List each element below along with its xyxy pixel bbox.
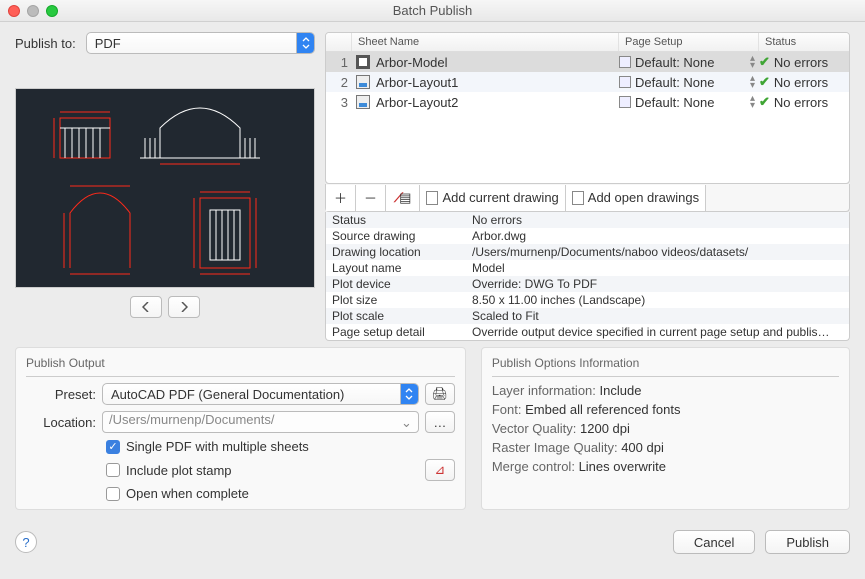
row-number: 1 — [326, 55, 352, 70]
open-complete-label: Open when complete — [126, 486, 249, 501]
row-number: 3 — [326, 95, 352, 110]
detail-value: Arbor.dwg — [472, 229, 843, 243]
detail-label: Plot scale — [332, 309, 472, 323]
page-setup-value: Default: None — [635, 75, 715, 90]
table-row[interactable]: 3 Arbor-Layout2 Default: None ▴▾ ✔ No errors — [326, 92, 849, 112]
status-text: No errors — [774, 95, 828, 110]
layout-icon — [356, 75, 370, 89]
open-complete-checkbox[interactable] — [106, 487, 120, 501]
documents-icon — [572, 191, 584, 205]
preset-value: AutoCAD PDF (General Documentation) — [111, 387, 344, 402]
sheet-name: Arbor-Layout2 — [376, 95, 458, 110]
page-setup-value: Default: None — [635, 95, 715, 110]
add-sheet-button[interactable]: ＋ — [326, 185, 356, 211]
page-setup-icon — [619, 76, 631, 88]
add-open-label: Add open drawings — [588, 190, 699, 205]
options-title: Publish Options Information — [492, 356, 839, 370]
sheet-name: Arbor-Layout1 — [376, 75, 458, 90]
option-value: 1200 dpi — [580, 421, 630, 436]
table-row[interactable]: 2 Arbor-Layout1 Default: None ▴▾ ✔ No errors — [326, 72, 849, 92]
detail-label: Plot size — [332, 293, 472, 307]
preset-options-button[interactable]: 🖨 — [425, 383, 455, 405]
preview-prev-button[interactable] — [130, 296, 162, 318]
plot-stamp-checkbox[interactable] — [106, 463, 120, 477]
page-setup-icon — [619, 96, 631, 108]
remove-sheet-button[interactable]: － — [356, 185, 386, 211]
detail-label: Status — [332, 213, 472, 227]
detail-value: Override: DWG To PDF — [472, 277, 843, 291]
option-label: Vector Quality: — [492, 421, 577, 436]
stamp-icon: ⊿ — [434, 462, 445, 478]
page-setup-icon — [619, 56, 631, 68]
status-ok-icon: ✔ — [759, 94, 770, 110]
publish-to-select[interactable]: PDF — [86, 32, 315, 54]
detail-label: Plot device — [332, 277, 472, 291]
titlebar: Batch Publish — [0, 0, 865, 22]
detail-value: Override output device specified in curr… — [472, 325, 843, 339]
preset-select[interactable]: AutoCAD PDF (General Documentation) — [102, 383, 419, 405]
add-current-label: Add current drawing — [442, 190, 558, 205]
model-icon — [356, 55, 370, 69]
page-setup-stepper[interactable]: ▴▾ — [750, 95, 755, 109]
detail-value: /Users/murnenp/Documents/naboo videos/da… — [472, 245, 843, 259]
sheet-toolbar: ＋ － ⟋▤ Add current drawing Add open draw… — [325, 184, 850, 212]
option-label: Layer information: — [492, 383, 596, 398]
sheet-table[interactable]: Sheet Name Page Setup Status 1 Arbor-Mode… — [325, 32, 850, 184]
window-title: Batch Publish — [0, 3, 865, 18]
single-pdf-checkbox[interactable]: ✓ — [106, 440, 120, 454]
cancel-button[interactable]: Cancel — [673, 530, 755, 554]
sheet-preview — [15, 88, 315, 288]
table-row[interactable]: 1 Arbor-Model Default: None ▴▾ ✔ No errors — [326, 52, 849, 72]
detail-label: Drawing location — [332, 245, 472, 259]
option-value: Embed all referenced fonts — [525, 402, 680, 417]
status-text: No errors — [774, 75, 828, 90]
browse-location-button[interactable]: … — [425, 411, 455, 433]
sheet-name: Arbor-Model — [376, 55, 448, 70]
plot-stamp-label: Include plot stamp — [126, 463, 232, 478]
status-text: No errors — [774, 55, 828, 70]
status-ok-icon: ✔ — [759, 74, 770, 90]
detail-label: Source drawing — [332, 229, 472, 243]
location-field[interactable]: /Users/murnenp/Documents/ ⌄ — [102, 411, 419, 433]
col-status[interactable]: Status — [759, 33, 849, 51]
option-label: Font: — [492, 402, 522, 417]
sheet-details: StatusNo errorsSource drawingArbor.dwgDr… — [325, 212, 850, 341]
page-setup-stepper[interactable]: ▴▾ — [750, 55, 755, 69]
publish-button[interactable]: Publish — [765, 530, 850, 554]
option-value: Include — [600, 383, 642, 398]
row-number: 2 — [326, 75, 352, 90]
detail-value: Model — [472, 261, 843, 275]
clear-sheets-button[interactable]: ⟋▤ — [386, 185, 420, 211]
option-value: Lines overwrite — [579, 459, 666, 474]
add-open-drawings-button[interactable]: Add open drawings — [566, 185, 706, 211]
printer-icon: 🖨 — [432, 386, 449, 402]
location-label: Location: — [26, 415, 96, 430]
help-button[interactable]: ? — [15, 531, 37, 553]
detail-label: Page setup detail — [332, 325, 472, 339]
status-ok-icon: ✔ — [759, 54, 770, 70]
single-pdf-label: Single PDF with multiple sheets — [126, 439, 309, 454]
page-setup-value: Default: None — [635, 55, 715, 70]
publish-output-title: Publish Output — [26, 356, 455, 370]
col-page-setup[interactable]: Page Setup — [619, 33, 759, 51]
add-current-drawing-button[interactable]: Add current drawing — [420, 185, 565, 211]
document-plus-icon — [426, 191, 438, 205]
option-value: 400 dpi — [621, 440, 664, 455]
plot-stamp-settings-button[interactable]: ⊿ — [425, 459, 455, 481]
detail-label: Layout name — [332, 261, 472, 275]
detail-value: Scaled to Fit — [472, 309, 843, 323]
preview-next-button[interactable] — [168, 296, 200, 318]
publish-to-label: Publish to: — [15, 36, 76, 51]
detail-value: No errors — [472, 213, 843, 227]
page-setup-stepper[interactable]: ▴▾ — [750, 75, 755, 89]
option-label: Raster Image Quality: — [492, 440, 618, 455]
option-label: Merge control: — [492, 459, 575, 474]
col-sheet-name[interactable]: Sheet Name — [352, 33, 619, 51]
publish-to-value: PDF — [95, 36, 121, 51]
preset-label: Preset: — [26, 387, 96, 402]
layout-icon — [356, 95, 370, 109]
location-value: /Users/murnenp/Documents/ — [109, 412, 274, 427]
detail-value: 8.50 x 11.00 inches (Landscape) — [472, 293, 843, 307]
